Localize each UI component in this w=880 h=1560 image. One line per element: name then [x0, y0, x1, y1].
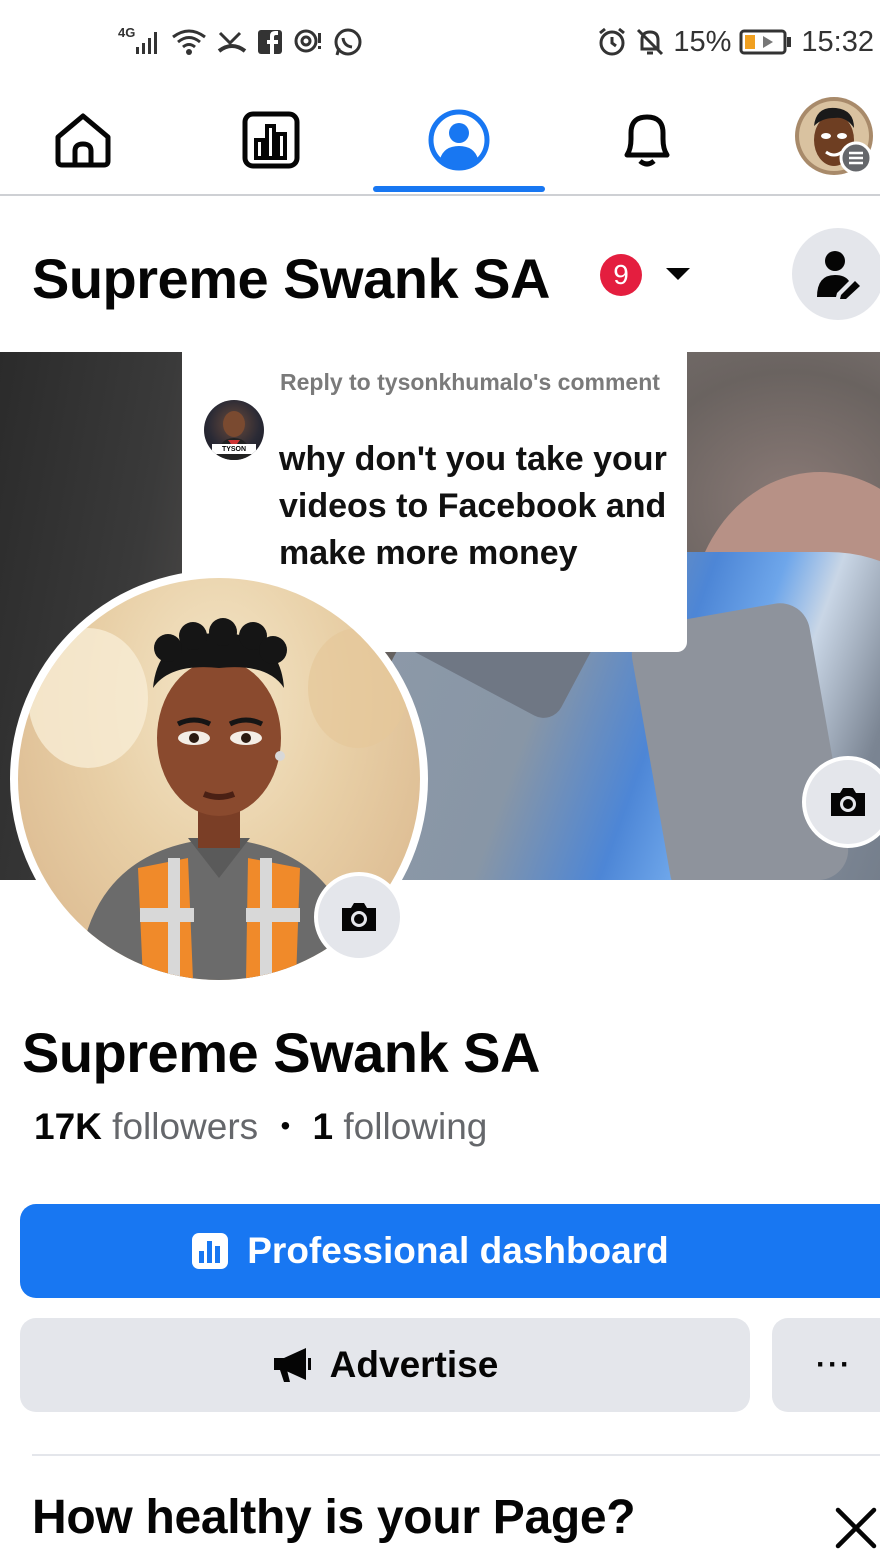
active-tab-indicator — [373, 186, 545, 192]
following-label[interactable]: following — [343, 1106, 487, 1147]
status-icons-right: 15% 15:32 — [597, 22, 874, 62]
more-options-button[interactable]: ··· — [772, 1318, 880, 1412]
edit-profile-picture-button[interactable] — [314, 872, 404, 962]
clock-time: 15:32 — [801, 25, 874, 58]
mute-icon — [635, 22, 665, 62]
profile-icon — [428, 109, 490, 171]
professional-dashboard-label: Professional dashboard — [247, 1230, 669, 1271]
reply-comment-text: why don't you take your videos to Facebo… — [279, 440, 667, 572]
megaphone-icon — [273, 1348, 311, 1382]
page-health-title: How healthy is your Page? — [32, 1491, 636, 1544]
home-icon — [55, 113, 111, 168]
tab-notifications[interactable] — [572, 88, 722, 192]
page-header: Supreme Swank SA — [0, 200, 880, 350]
battery-percent: 15% — [673, 25, 732, 58]
camera-icon — [831, 788, 865, 816]
battery-icon — [739, 22, 793, 62]
followers-count[interactable]: 17K — [34, 1106, 102, 1147]
profile-stats: 17K followers • 1 following — [34, 1106, 487, 1148]
commenter-avatar-tag: TYSON — [212, 444, 256, 454]
more-icon: ··· — [816, 1348, 852, 1381]
camera-icon — [342, 903, 376, 931]
page-switcher-title[interactable]: Supreme Swank SA — [32, 246, 550, 311]
tab-dashboard[interactable] — [196, 88, 346, 192]
notification-app-icon — [293, 22, 323, 62]
whatsapp-icon — [333, 22, 363, 62]
close-icon[interactable] — [832, 1504, 880, 1552]
stats-separator: • — [280, 1110, 291, 1141]
bar-chart-icon — [242, 111, 300, 169]
following-count[interactable]: 1 — [313, 1106, 334, 1147]
dashboard-chart-icon — [192, 1233, 229, 1269]
switch-profile-button[interactable] — [792, 228, 880, 320]
section-divider — [32, 1454, 880, 1456]
commenter-avatar: TYSON — [204, 400, 264, 460]
network-type: 4G — [118, 24, 136, 40]
avatar-menu-icon — [795, 97, 873, 175]
status-icons-left: 4G — [118, 22, 363, 62]
signal-icon: 4G — [118, 22, 161, 62]
tab-profile[interactable] — [384, 88, 534, 192]
missed-call-icon — [217, 22, 247, 62]
advertise-button[interactable]: Advertise — [20, 1318, 750, 1412]
status-bar: 4G 15% 15:32 — [0, 0, 880, 86]
advertise-label: Advertise — [329, 1344, 499, 1385]
menu-avatar[interactable] — [794, 96, 874, 176]
chevron-down-icon[interactable] — [666, 268, 690, 280]
profile-name: Supreme Swank SA — [22, 1021, 540, 1084]
reply-heading: Reply to tysonkhumalo's comment — [280, 369, 660, 395]
notification-badge: 9 — [600, 254, 642, 296]
alarm-icon — [597, 22, 627, 62]
wifi-icon — [171, 22, 207, 62]
person-edit-icon — [817, 251, 860, 299]
facebook-icon — [257, 22, 283, 62]
bell-icon — [624, 114, 670, 167]
followers-label[interactable]: followers — [112, 1106, 258, 1147]
tab-home[interactable] — [8, 88, 158, 192]
professional-dashboard-button[interactable]: Professional dashboard — [20, 1204, 880, 1298]
top-navigation — [0, 88, 880, 196]
